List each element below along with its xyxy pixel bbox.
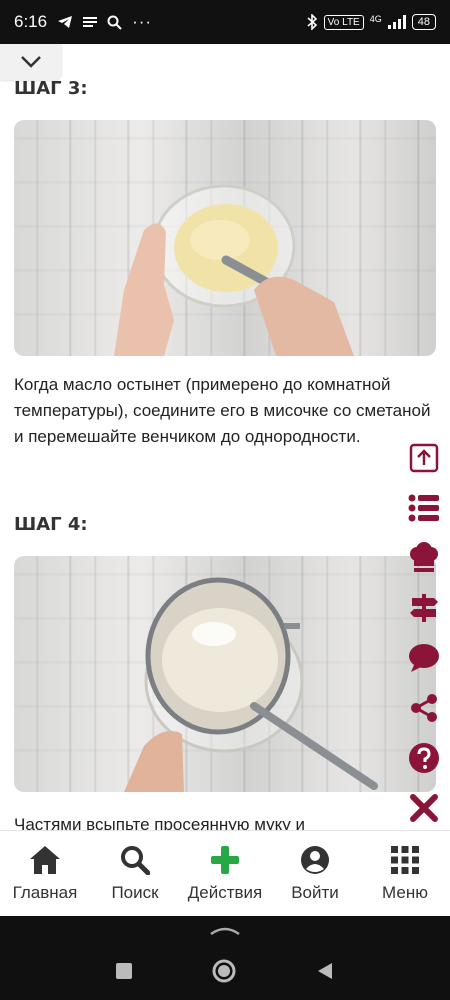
nav-search[interactable]: Поиск	[90, 831, 180, 916]
expand-handle-icon[interactable]	[209, 924, 241, 936]
battery-indicator: 48	[411, 14, 436, 30]
help-button[interactable]	[406, 740, 442, 776]
nav-home-label: Главная	[12, 882, 78, 902]
comment-icon	[409, 644, 439, 672]
navigation-button[interactable]	[406, 590, 442, 626]
collapse-button[interactable]	[0, 44, 62, 80]
share-icon	[411, 694, 437, 722]
volte-badge: Vo LTE	[323, 14, 364, 30]
nav-home[interactable]: Главная	[0, 831, 90, 916]
step-4-image	[14, 556, 436, 792]
nav-actions[interactable]: Действия	[180, 831, 270, 916]
status-bar: 6:16 ··· Vo LTE 4G 48	[0, 0, 450, 44]
home-icon	[30, 845, 60, 874]
recent-apps-button[interactable]	[114, 961, 134, 981]
plus-icon	[211, 845, 239, 874]
user-icon	[301, 845, 329, 874]
share-button[interactable]	[406, 690, 442, 726]
step-3-text: Когда масло остынет (примерено до комнат…	[14, 375, 431, 446]
bluetooth-icon	[307, 14, 317, 30]
telegram-icon	[58, 16, 73, 28]
nav-login-label: Войти	[291, 882, 339, 902]
nav-login[interactable]: Войти	[270, 831, 360, 916]
notes-icon	[83, 17, 98, 27]
bottom-navigation: Главная Поиск Действия Войти Меню	[0, 830, 450, 916]
recipe-content[interactable]: ШАГ 3: Когда масло остынет (примерено до…	[0, 44, 450, 830]
comments-button[interactable]	[406, 640, 442, 676]
step-3-title: ШАГ 3:	[14, 78, 88, 99]
search-icon	[121, 845, 150, 875]
more-dots-icon: ···	[132, 12, 153, 31]
scroll-up-icon	[409, 443, 439, 473]
network-type: 4G	[369, 14, 382, 24]
step-4-title: ШАГ 4:	[14, 514, 88, 535]
chevron-down-icon	[21, 56, 41, 68]
floating-toolbar	[406, 440, 442, 826]
signpost-icon	[410, 594, 438, 622]
close-icon	[410, 794, 438, 822]
chef-button[interactable]	[406, 540, 442, 576]
scroll-top-button[interactable]	[406, 440, 442, 476]
help-icon	[409, 743, 439, 773]
close-toolbar-button[interactable]	[406, 790, 442, 826]
clock: 6:16	[14, 12, 48, 31]
nav-menu-label: Меню	[382, 882, 428, 902]
chef-hat-icon	[410, 542, 438, 572]
system-navigation-bar	[0, 916, 450, 1000]
signal-icon	[387, 15, 406, 29]
home-system-button[interactable]	[211, 958, 237, 984]
grid-icon	[391, 845, 419, 874]
back-system-button[interactable]	[315, 961, 335, 981]
nav-menu[interactable]: Меню	[360, 831, 450, 916]
list-icon	[408, 494, 439, 522]
step-3-image	[14, 120, 436, 356]
contents-button[interactable]	[406, 490, 442, 526]
search-status-icon	[107, 15, 122, 30]
step-5-text: Частями всыпьте просеянную муку и	[14, 815, 306, 830]
nav-actions-label: Действия	[187, 882, 263, 902]
nav-search-label: Поиск	[111, 882, 159, 902]
